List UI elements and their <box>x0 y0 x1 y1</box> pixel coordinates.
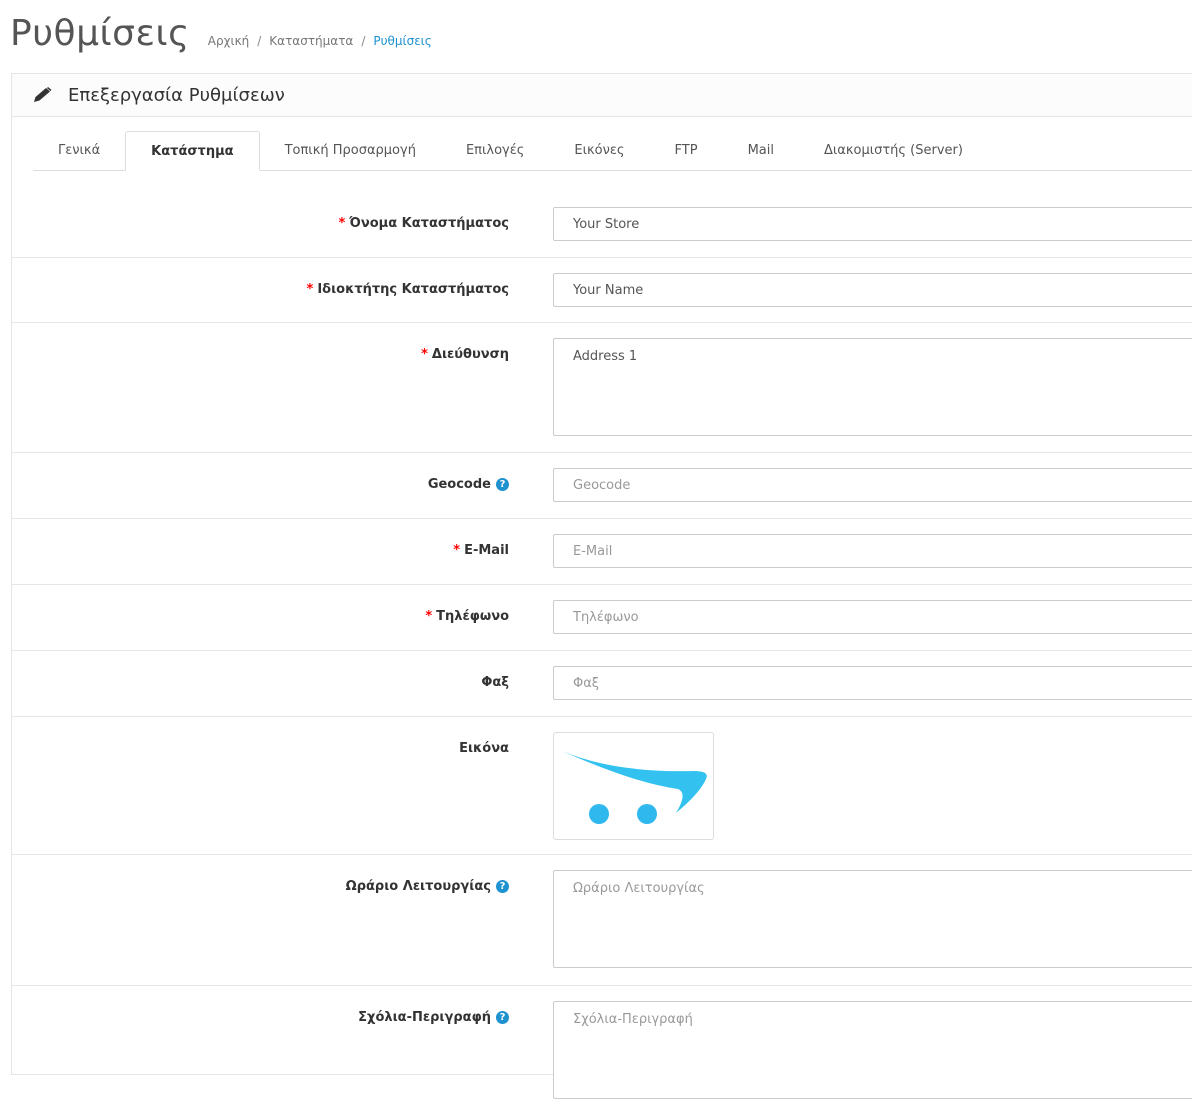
geocode-label: Geocode ? <box>428 477 509 492</box>
fax-input[interactable] <box>553 666 1192 700</box>
breadcrumb: Αρχική / Καταστήματα / Ρυθμίσεις <box>208 34 432 48</box>
help-icon[interactable]: ? <box>496 478 509 491</box>
form-row-geocode: Geocode ? <box>12 453 1192 519</box>
breadcrumb-separator: / <box>257 34 262 48</box>
form-row-email: * E-Mail <box>12 519 1192 585</box>
store-name-input[interactable] <box>553 207 1192 241</box>
comment-textarea[interactable] <box>553 1001 1192 1099</box>
opening-times-textarea[interactable] <box>553 870 1192 968</box>
form-row-comment: Σχόλια-Περιγραφή ? <box>12 986 1192 1116</box>
required-marker: * <box>306 282 314 297</box>
tab-mail[interactable]: Mail <box>723 131 799 169</box>
store-form: * Όνομα Καταστήματος * Ιδιοκτήτης Καταστ… <box>12 192 1192 1116</box>
opening-times-label: Ωράριο Λειτουργίας ? <box>346 879 509 894</box>
page-header: Ρυθμίσεις Αρχική / Καταστήματα / Ρυθμίσε… <box>10 8 432 54</box>
form-row-address: * Διεύθυνση Address 1 <box>12 323 1192 453</box>
email-input[interactable] <box>553 534 1192 568</box>
tab-bar: Γενικά Κατάστημα Τοπική Προσαρμογή Επιλο… <box>33 131 1192 171</box>
store-name-label: * Όνομα Καταστήματος <box>338 216 509 231</box>
tab-ftp[interactable]: FTP <box>650 131 723 169</box>
breadcrumb-separator: / <box>361 34 366 48</box>
breadcrumb-stores[interactable]: Καταστήματα <box>269 34 353 48</box>
help-icon[interactable]: ? <box>496 880 509 893</box>
required-marker: * <box>425 609 433 624</box>
tab-options[interactable]: Επιλογές <box>441 131 549 169</box>
panel-heading: Επεξεργασία Ρυθμίσεων <box>12 74 1192 117</box>
image-label: Εικόνα <box>459 741 509 756</box>
help-icon[interactable]: ? <box>496 1011 509 1024</box>
form-row-opening-times: Ωράριο Λειτουργίας ? <box>12 855 1192 986</box>
panel-title: Επεξεργασία Ρυθμίσεων <box>68 84 285 106</box>
form-row-owner: * Ιδιοκτήτης Καταστήματος <box>12 258 1192 323</box>
tab-general[interactable]: Γενικά <box>33 131 125 169</box>
owner-input[interactable] <box>553 273 1192 307</box>
shopping-cart-logo <box>562 751 707 824</box>
fax-label: Φαξ <box>481 675 509 690</box>
tab-server[interactable]: Διακομιστής (Server) <box>799 131 988 169</box>
geocode-input[interactable] <box>553 468 1192 502</box>
required-marker: * <box>453 543 461 558</box>
required-marker: * <box>421 347 428 362</box>
settings-panel: Επεξεργασία Ρυθμίσεων Γενικά Κατάστημα Τ… <box>11 73 1192 1099</box>
breadcrumb-home[interactable]: Αρχική <box>208 34 250 48</box>
tab-local[interactable]: Τοπική Προσαρμογή <box>260 131 441 169</box>
required-marker: * <box>338 216 346 231</box>
address-textarea[interactable]: Address 1 <box>553 338 1192 436</box>
email-label: * E-Mail <box>453 543 509 558</box>
form-row-fax: Φαξ <box>12 651 1192 717</box>
form-row-image: Εικόνα <box>12 717 1192 855</box>
owner-label: * Ιδιοκτήτης Καταστήματος <box>306 282 510 297</box>
form-row-store-name: * Όνομα Καταστήματος <box>12 192 1192 258</box>
telephone-label: * Τηλέφωνο <box>425 609 509 624</box>
tab-images[interactable]: Εικόνες <box>549 131 649 169</box>
pencil-icon <box>34 87 52 102</box>
address-label: * Διεύθυνση <box>421 347 509 362</box>
comment-label: Σχόλια-Περιγραφή ? <box>358 1010 509 1025</box>
breadcrumb-settings[interactable]: Ρυθμίσεις <box>373 34 431 48</box>
tab-store[interactable]: Κατάστημα <box>125 131 260 171</box>
page-title: Ρυθμίσεις <box>10 13 190 54</box>
telephone-input[interactable] <box>553 600 1192 634</box>
image-thumbnail[interactable] <box>553 732 714 840</box>
form-row-telephone: * Τηλέφωνο <box>12 585 1192 651</box>
